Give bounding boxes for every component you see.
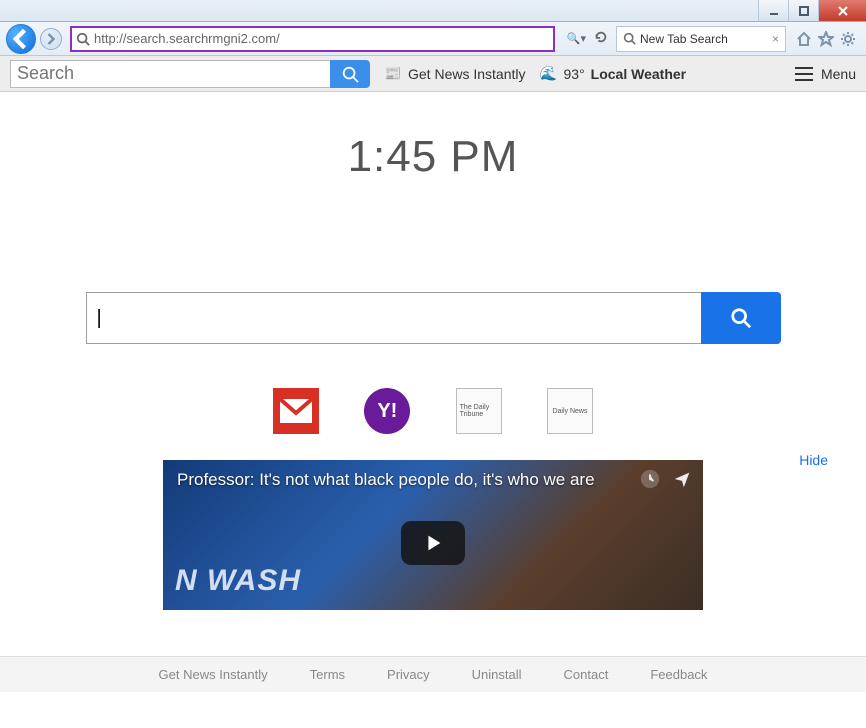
shortcut-yahoo[interactable]: Y! — [364, 388, 410, 434]
footer-link-uninstall[interactable]: Uninstall — [472, 667, 522, 682]
settings-gear-icon[interactable] — [840, 31, 856, 47]
weather-icon: 🌊 — [540, 65, 558, 83]
shortcut-newspaper-2[interactable]: Daily News — [547, 388, 593, 434]
main-search-button[interactable] — [701, 292, 781, 344]
toolbar-search-button[interactable] — [330, 60, 370, 88]
shortcut-newspaper-1[interactable]: The Daily Tribune — [456, 388, 502, 434]
newspaper-icon: The Daily Tribune — [460, 404, 498, 418]
forward-button[interactable] — [40, 28, 62, 50]
address-bar[interactable]: http://search.searchrmgni2.com/ — [70, 26, 555, 52]
footer: Get News Instantly Terms Privacy Uninsta… — [0, 656, 866, 692]
search-icon — [76, 32, 90, 46]
footer-link-privacy[interactable]: Privacy — [387, 667, 430, 682]
clock-display: 1:45 PM — [0, 132, 866, 182]
shortcut-gmail[interactable] — [273, 388, 319, 434]
yahoo-icon: Y! — [377, 400, 397, 423]
play-icon — [422, 532, 444, 554]
menu-label: Menu — [821, 66, 856, 82]
footer-link-feedback[interactable]: Feedback — [650, 667, 707, 682]
tab-title: New Tab Search — [640, 32, 728, 46]
newspaper-icon: Daily News — [552, 408, 587, 415]
maximize-button[interactable] — [788, 0, 818, 21]
get-news-link[interactable]: 📰 Get News Instantly — [384, 65, 526, 83]
minimize-button[interactable] — [758, 0, 788, 21]
menu-button[interactable]: Menu — [795, 66, 856, 82]
footer-link-terms[interactable]: Terms — [310, 667, 345, 682]
browser-tab[interactable]: New Tab Search × — [616, 26, 786, 52]
footer-link-contact[interactable]: Contact — [564, 667, 609, 682]
news-label: Get News Instantly — [408, 66, 526, 82]
search-icon — [623, 32, 636, 45]
gmail-icon — [279, 398, 313, 424]
news-icon: 📰 — [384, 65, 402, 83]
back-button[interactable] — [6, 24, 36, 54]
watch-later-icon[interactable] — [639, 468, 661, 490]
home-icon[interactable] — [796, 31, 812, 47]
weather-label: Local Weather — [591, 66, 686, 82]
hamburger-icon — [795, 67, 813, 81]
toolbar-search-input[interactable] — [10, 60, 330, 88]
search-dropdown-icon[interactable]: 🔍▾ — [567, 32, 586, 45]
favorites-icon[interactable] — [818, 31, 834, 47]
hide-link[interactable]: Hide — [799, 452, 828, 468]
video-watermark: N WASH — [175, 564, 301, 598]
main-search-input[interactable] — [86, 292, 701, 344]
address-input[interactable]: http://search.searchrmgni2.com/ — [94, 31, 549, 46]
share-icon[interactable] — [671, 468, 693, 490]
video-title: Professor: It's not what black people do… — [177, 470, 595, 490]
play-button[interactable] — [401, 521, 465, 565]
close-button[interactable] — [818, 0, 866, 21]
weather-temp: 93° — [564, 66, 585, 82]
footer-link-news[interactable]: Get News Instantly — [159, 667, 268, 682]
refresh-button[interactable] — [594, 30, 608, 47]
tab-close-icon[interactable]: × — [772, 32, 779, 46]
video-embed[interactable]: Professor: It's not what black people do… — [163, 460, 703, 610]
weather-link[interactable]: 🌊 93° Local Weather — [540, 65, 687, 83]
